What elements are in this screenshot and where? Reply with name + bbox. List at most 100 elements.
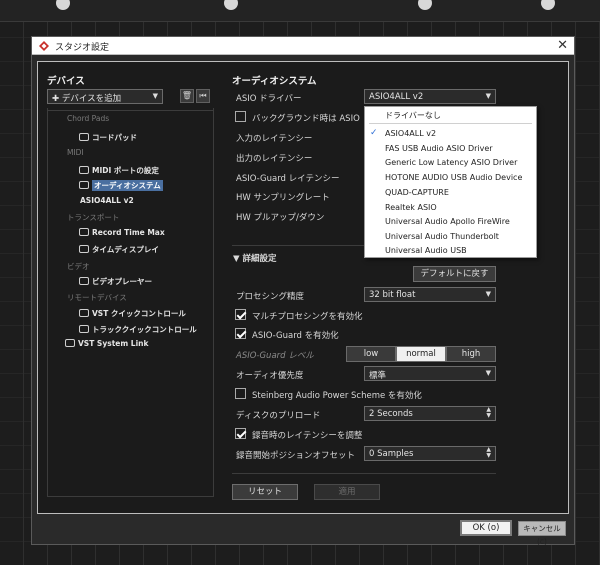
cubase-logo-icon bbox=[39, 41, 49, 51]
tree-item-label: VST System Link bbox=[78, 339, 149, 348]
release-driver-checkbox[interactable] bbox=[235, 111, 246, 122]
check-icon: ✓ bbox=[370, 128, 378, 138]
asio-driver-select[interactable]: ASIO4ALL v2 ▼ bbox=[364, 89, 496, 104]
hw-pullup-label: HW プルアップ/ダウン bbox=[236, 213, 325, 223]
menu-divider bbox=[369, 123, 532, 124]
tree-category: Chord Pads bbox=[67, 114, 110, 123]
driver-menu-item[interactable]: Realtek ASIO bbox=[385, 203, 437, 212]
chevron-down-icon: ▼ bbox=[152, 92, 158, 100]
driver-menu-item[interactable]: Universal Audio Apollo FireWire bbox=[385, 217, 510, 226]
driver-menu-item[interactable]: QUAD-CAPTURE bbox=[385, 188, 449, 197]
disk-preload-value: 2 Seconds bbox=[369, 409, 413, 419]
chevron-down-icon: ▼ bbox=[485, 290, 491, 298]
background-toolbar bbox=[0, 0, 600, 22]
driver-menu-item[interactable]: HOTONE AUDIO USB Audio Device bbox=[385, 173, 522, 182]
adjust-latency-label: 録音時のレイテンシーを調整 bbox=[252, 431, 363, 441]
trash-icon[interactable]: 🗑 bbox=[180, 89, 194, 103]
asio-guard-level-high[interactable]: high bbox=[446, 346, 496, 362]
multi-processing-checkbox[interactable] bbox=[235, 309, 246, 320]
tree-item-label: トラッククイックコントロール bbox=[92, 325, 197, 334]
tree-item-label: ビデオプレーヤー bbox=[92, 277, 152, 286]
audio-priority-value: 標準 bbox=[369, 371, 387, 381]
tree-category: トランスポート bbox=[67, 213, 120, 222]
tree-item-selected[interactable]: オーディオシステム bbox=[79, 180, 163, 191]
tree-item-label: VST クイックコントロール bbox=[92, 309, 186, 318]
driver-menu-item[interactable]: Universal Audio Thunderbolt bbox=[385, 232, 499, 241]
asio-driver-label: ASIO ドライバー bbox=[236, 94, 302, 104]
tree-item-label: ASIO4ALL v2 bbox=[80, 196, 134, 205]
reset-button[interactable]: リセット bbox=[232, 484, 298, 500]
audio-priority-select[interactable]: 標準 ▼ bbox=[364, 366, 496, 381]
processing-precision-value: 32 bit float bbox=[369, 290, 416, 300]
asio-guard-checkbox[interactable] bbox=[235, 328, 246, 339]
divider bbox=[232, 473, 496, 474]
driver-menu-item[interactable]: Universal Audio USB bbox=[385, 246, 467, 255]
audio-system-title: オーディオシステム bbox=[232, 76, 317, 87]
record-shift-value: 0 Samples bbox=[369, 449, 414, 459]
device-icon bbox=[79, 245, 89, 253]
steinberg-power-checkbox[interactable] bbox=[235, 388, 246, 399]
tree-item[interactable]: ビデオプレーヤー bbox=[79, 276, 152, 287]
device-icon bbox=[79, 181, 89, 189]
cancel-button[interactable]: キャンセル (c) bbox=[518, 521, 566, 546]
adjust-latency-checkbox[interactable] bbox=[235, 428, 246, 439]
reset-default-button[interactable]: デフォルトに戻す bbox=[413, 266, 496, 282]
driver-menu-item[interactable]: FAS USB Audio ASIO Driver bbox=[385, 144, 493, 153]
record-shift-stepper[interactable]: 0 Samples ▲ ▼ bbox=[364, 446, 496, 461]
asio-guard-level-normal[interactable]: normal bbox=[396, 346, 446, 362]
tree-item[interactable]: タイムディスプレイ bbox=[79, 244, 159, 255]
device-icon bbox=[79, 228, 89, 236]
add-device-combo[interactable]: ✚ デバイスを追加 ▼ bbox=[47, 89, 163, 104]
stepper-icon: ▲ ▼ bbox=[486, 406, 491, 419]
tree-item[interactable]: トラッククイックコントロール bbox=[79, 324, 197, 335]
window-title: スタジオ設定 bbox=[55, 43, 110, 53]
divider bbox=[47, 110, 213, 111]
device-icon bbox=[79, 325, 89, 333]
driver-menu-item[interactable]: Generic Low Latency ASIO Driver bbox=[385, 158, 517, 167]
driver-menu-item[interactable]: ASIO4ALL v2 bbox=[385, 129, 436, 138]
record-shift-label: 録音開始ポジションオフセット bbox=[236, 451, 356, 461]
asio-guard-level-low[interactable]: low bbox=[346, 346, 396, 362]
asio-driver-value: ASIO4ALL v2 bbox=[369, 92, 424, 102]
tree-item[interactable]: VST System Link bbox=[65, 339, 148, 348]
processing-precision-label: プロセシング精度 bbox=[236, 292, 305, 302]
tree-item[interactable]: VST クイックコントロール bbox=[79, 308, 186, 319]
disk-preload-stepper[interactable]: 2 Seconds ▲ ▼ bbox=[364, 406, 496, 421]
tree-item[interactable]: ASIO4ALL v2 bbox=[80, 196, 134, 205]
tree-item[interactable]: コードパッド bbox=[79, 132, 137, 143]
tree-item-label: コードパッド bbox=[92, 133, 137, 142]
tree-border bbox=[47, 496, 214, 497]
tree-item[interactable]: Record Time Max bbox=[79, 228, 165, 237]
device-icon bbox=[79, 166, 89, 174]
input-latency-label: 入力のレイテンシー bbox=[236, 134, 313, 144]
asio-guard-enable-label: ASIO-Guard を有効化 bbox=[252, 331, 339, 341]
stepper-icon: ▲ ▼ bbox=[486, 446, 491, 459]
tree-category: ビデオ bbox=[67, 262, 90, 271]
apply-button[interactable]: 適用 bbox=[314, 484, 380, 500]
device-icon bbox=[79, 277, 89, 285]
audio-priority-label: オーディオ優先度 bbox=[236, 371, 304, 381]
ok-button[interactable]: OK (o) bbox=[460, 520, 512, 536]
hw-sample-rate-label: HW サンプリングレート bbox=[236, 193, 330, 203]
tree-category: リモートデバイス bbox=[67, 293, 127, 302]
chevron-down-icon: ▼ bbox=[485, 92, 491, 100]
steinberg-power-label: Steinberg Audio Power Scheme を有効化 bbox=[252, 391, 422, 401]
advanced-settings-toggle[interactable]: ▼ 詳細設定 bbox=[233, 252, 277, 264]
tree-item-label: オーディオシステム bbox=[92, 180, 163, 191]
driver-menu-item[interactable]: ドライバーなし bbox=[385, 110, 441, 121]
close-icon[interactable]: ✕ bbox=[557, 38, 568, 53]
asio-driver-menu: ドライバーなし ASIO4ALL v2 ✓ FAS USB Audio ASIO Dr… bbox=[364, 106, 537, 258]
multi-processing-label: マルチプロセシングを有効化 bbox=[252, 312, 363, 322]
device-icon bbox=[79, 133, 89, 141]
output-latency-label: 出力のレイテンシー bbox=[236, 154, 313, 164]
tree-item-label: タイムディスプレイ bbox=[92, 245, 159, 254]
reset-device-icon[interactable]: ⏮ bbox=[196, 89, 210, 103]
processing-precision-select[interactable]: 32 bit float ▼ bbox=[364, 287, 496, 302]
asio-guard-latency-label: ASIO-Guard レイテンシー bbox=[236, 174, 340, 184]
tree-item-label: Record Time Max bbox=[92, 228, 165, 237]
tree-item-label: MIDI ポートの設定 bbox=[92, 166, 159, 175]
devices-title: デバイス bbox=[47, 76, 85, 87]
device-icon bbox=[65, 339, 75, 347]
tree-border bbox=[213, 108, 214, 496]
tree-item[interactable]: MIDI ポートの設定 bbox=[79, 165, 159, 176]
